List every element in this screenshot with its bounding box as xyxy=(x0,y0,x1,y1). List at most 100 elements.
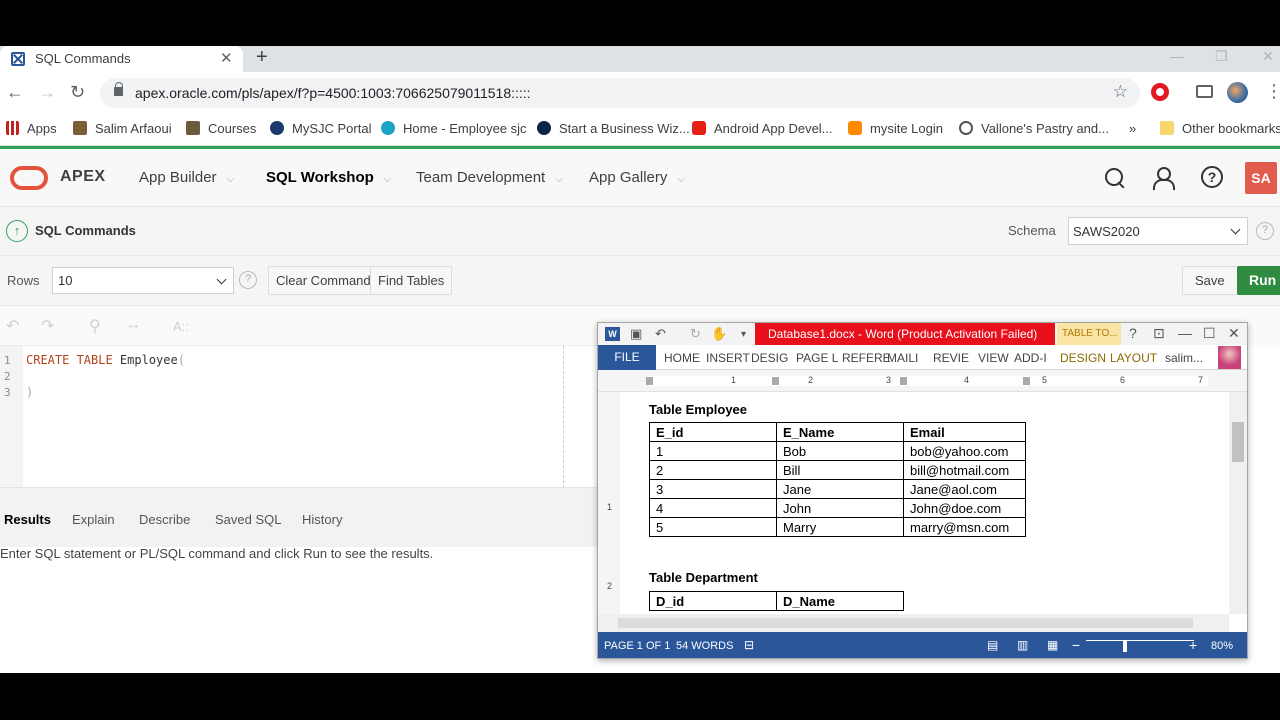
zoom-slider-thumb[interactable] xyxy=(1123,640,1127,652)
browser-tab[interactable]: SQL Commands ✕ xyxy=(0,46,243,72)
ribbon-tab-view[interactable]: VIEW xyxy=(978,351,1009,365)
account-avatar[interactable] xyxy=(1218,346,1241,369)
close-icon[interactable]: ✕ xyxy=(1228,325,1240,342)
read-mode-icon[interactable]: ▤ xyxy=(987,638,998,652)
scroll-thumb[interactable] xyxy=(1232,422,1244,462)
ruler-marker[interactable] xyxy=(772,377,779,385)
undo-icon[interactable]: ↶ xyxy=(6,316,19,336)
word-count[interactable]: 54 WORDS xyxy=(676,640,733,652)
minimize-icon[interactable]: — xyxy=(1178,325,1192,341)
print-layout-icon[interactable]: ▥ xyxy=(1017,638,1028,652)
extension-icon[interactable] xyxy=(1151,83,1169,101)
save-icon[interactable]: ▣ xyxy=(630,326,642,342)
horizontal-scrollbar[interactable] xyxy=(598,614,1229,632)
bookmark-item[interactable]: MySJC Portal xyxy=(270,121,371,136)
forward-icon[interactable]: → xyxy=(38,82,56,103)
sql-editor[interactable]: 1 2 3 CREATE TABLE Employee( ) xyxy=(0,345,600,488)
cast-icon[interactable] xyxy=(1196,85,1213,98)
oracle-logo-icon[interactable] xyxy=(10,166,48,190)
ribbon-tab-addins[interactable]: ADD-I xyxy=(1014,351,1047,365)
tab-results[interactable]: Results xyxy=(4,512,51,527)
account-name[interactable]: salim... xyxy=(1165,351,1203,365)
close-tab-icon[interactable]: ✕ xyxy=(220,49,233,67)
ruler-marker[interactable] xyxy=(900,377,907,385)
vertical-scrollbar[interactable] xyxy=(1229,392,1247,614)
page-count[interactable]: PAGE 1 OF 1 xyxy=(604,640,670,652)
profile-avatar[interactable] xyxy=(1227,82,1248,103)
reload-icon[interactable]: ↻ xyxy=(70,82,85,103)
close-window-icon[interactable]: ✕ xyxy=(1262,48,1274,65)
horizontal-ruler[interactable]: 1 2 3 4 5 6 7 xyxy=(598,370,1247,392)
ribbon-tab-design[interactable]: DESIG xyxy=(751,351,788,365)
ribbon-tab-insert[interactable]: INSERT xyxy=(706,351,750,365)
ribbon-tab-home[interactable]: HOME xyxy=(664,351,700,365)
redo-icon[interactable]: ↷ xyxy=(41,316,54,336)
other-bookmarks[interactable]: Other bookmarks xyxy=(1160,121,1280,136)
ribbon-tab-references[interactable]: REFERE xyxy=(842,351,891,365)
ruler-marker[interactable] xyxy=(646,377,653,385)
bookmark-item[interactable]: Vallone's Pastry and... xyxy=(959,121,1109,136)
ribbon-tab-mailings[interactable]: MAILI xyxy=(887,351,918,365)
ribbon-tab-review[interactable]: REVIE xyxy=(933,351,969,365)
nav-app-builder[interactable]: App Builder ⌵ xyxy=(139,169,234,186)
tab-explain[interactable]: Explain xyxy=(72,512,115,527)
save-button[interactable]: Save xyxy=(1182,266,1238,295)
nav-sql-workshop[interactable]: SQL Workshop ⌵ xyxy=(266,169,391,186)
touch-mode-icon[interactable]: ✋ xyxy=(711,326,727,342)
redo-icon[interactable]: ↻ xyxy=(690,326,701,342)
ribbon-tab-page-layout[interactable]: PAGE L xyxy=(796,351,838,365)
nav-app-gallery[interactable]: App Gallery ⌵ xyxy=(589,169,685,186)
find-icon[interactable]: ⚲ xyxy=(89,316,101,336)
bookmark-item[interactable]: Courses xyxy=(186,121,256,136)
employee-table[interactable]: E_id E_Name Email 1 Bob bob@yahoo.com 2 … xyxy=(649,422,1026,537)
find-tables-button[interactable]: Find Tables xyxy=(370,266,453,295)
bookmark-item[interactable]: Android App Devel... xyxy=(692,121,833,136)
help-icon[interactable]: ? xyxy=(1129,325,1137,341)
web-layout-icon[interactable]: ▦ xyxy=(1047,638,1058,652)
bookmarks-overflow-icon[interactable]: » xyxy=(1129,121,1136,136)
department-table[interactable]: D_id D_Name xyxy=(649,591,904,611)
maximize-icon[interactable]: ☐ xyxy=(1203,325,1216,342)
tab-describe[interactable]: Describe xyxy=(139,512,190,527)
restore-icon[interactable]: ❐ xyxy=(1215,48,1228,65)
document-page[interactable]: Table Employee E_id E_Name Email 1 Bob b… xyxy=(620,392,1229,614)
zoom-out-icon[interactable]: − xyxy=(1072,637,1080,653)
ribbon-tab-table-layout[interactable]: LAYOUT xyxy=(1110,351,1157,365)
new-tab-icon[interactable]: + xyxy=(256,46,268,69)
zoom-in-icon[interactable]: + xyxy=(1189,637,1197,653)
ribbon-tab-file[interactable]: FILE xyxy=(598,345,656,370)
user-settings-icon[interactable] xyxy=(1152,166,1176,190)
minimize-icon[interactable]: — xyxy=(1170,48,1184,64)
bookmark-item[interactable]: Start a Business Wiz... xyxy=(537,121,690,136)
bookmark-item[interactable]: Salim Arfaoui xyxy=(73,121,172,136)
bookmark-item[interactable]: mysite Login xyxy=(848,121,943,136)
apex-brand[interactable]: APEX xyxy=(60,168,106,186)
ruler-marker[interactable] xyxy=(1023,377,1030,385)
zoom-level[interactable]: 80% xyxy=(1211,640,1233,652)
arrow-up-icon[interactable]: ↑ xyxy=(6,220,28,242)
nav-team-development[interactable]: Team Development ⌵ xyxy=(416,169,563,186)
help-icon[interactable]: ? xyxy=(1201,166,1223,188)
schema-select[interactable]: SAWS2020 xyxy=(1068,217,1248,245)
schema-help-icon[interactable]: ? xyxy=(1256,222,1274,240)
bookmark-star-icon[interactable]: ☆ xyxy=(1113,82,1128,102)
back-icon[interactable]: ← xyxy=(6,82,24,103)
bookmark-item[interactable]: Home - Employee sjc xyxy=(381,121,527,136)
search-icon[interactable] xyxy=(1103,166,1127,190)
bookmark-apps[interactable]: Apps xyxy=(6,121,57,136)
undo-icon[interactable]: ↶ xyxy=(655,326,666,342)
customize-qa-icon[interactable]: ▾ xyxy=(741,329,746,340)
clear-command-button[interactable]: Clear Command xyxy=(268,266,379,295)
replace-icon[interactable]: ↔ xyxy=(125,316,141,334)
zoom-slider[interactable] xyxy=(1086,640,1194,641)
rows-help-icon[interactable]: ? xyxy=(239,271,257,289)
address-bar[interactable]: apex.oracle.com/pls/apex/f?p=4500:1003:7… xyxy=(100,78,1140,108)
ribbon-tab-table-design[interactable]: DESIGN xyxy=(1060,351,1106,365)
ribbon-display-icon[interactable]: ⊡ xyxy=(1153,325,1165,342)
word-window[interactable]: W ▣ ↶ ↻ ✋ ▾ Database1.docx - Word (Produ… xyxy=(597,322,1248,659)
run-button[interactable]: Run xyxy=(1237,266,1280,295)
user-avatar[interactable]: SA xyxy=(1245,162,1277,194)
menu-kebab-icon[interactable]: ⋮ xyxy=(1265,81,1280,102)
tab-history[interactable]: History xyxy=(302,512,342,527)
scroll-thumb[interactable] xyxy=(618,618,1193,628)
